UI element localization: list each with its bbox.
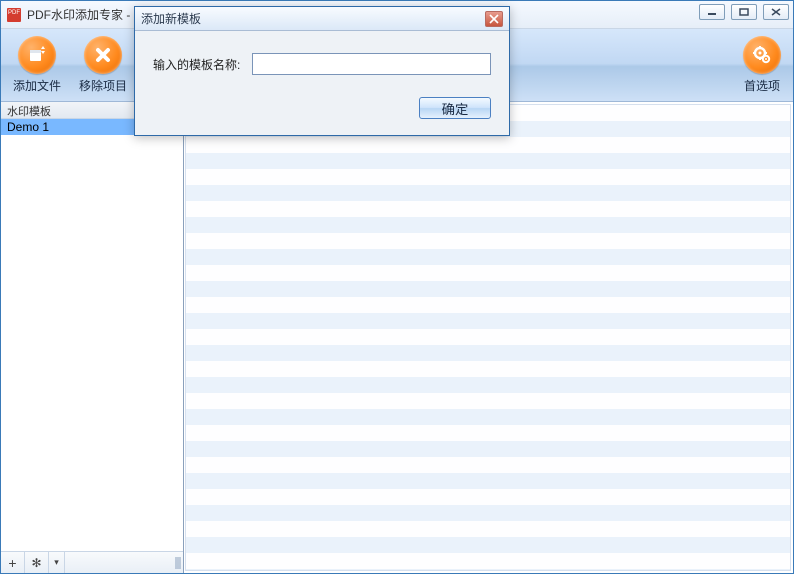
maximize-button[interactable] xyxy=(731,4,757,20)
dialog-title: 添加新模板 xyxy=(141,10,201,27)
app-window: PDF水印添加专家 - 添加文件 移除项目 xyxy=(0,0,794,574)
plus-icon: + xyxy=(8,555,16,571)
preferences-button[interactable]: 首选项 xyxy=(743,36,781,94)
app-icon xyxy=(7,8,21,22)
preferences-icon xyxy=(743,36,781,74)
template-settings-button[interactable]: ✻ xyxy=(25,552,49,573)
minimize-icon xyxy=(707,8,717,16)
dialog-titlebar: 添加新模板 xyxy=(135,7,509,31)
close-window-button[interactable] xyxy=(763,4,789,20)
close-icon xyxy=(489,14,499,24)
window-controls xyxy=(699,4,789,20)
remove-item-icon xyxy=(84,36,122,74)
template-name-input[interactable] xyxy=(252,53,491,75)
template-list[interactable]: Demo 1 xyxy=(1,119,183,551)
template-name-row: 输入的模板名称: xyxy=(153,53,491,75)
resize-grip[interactable] xyxy=(173,552,183,573)
minimize-button[interactable] xyxy=(699,4,725,20)
preferences-label: 首选项 xyxy=(744,77,780,94)
dialog-close-button[interactable] xyxy=(485,11,503,27)
file-list[interactable] xyxy=(185,104,791,571)
add-file-label: 添加文件 xyxy=(13,77,61,94)
ok-button[interactable]: 确定 xyxy=(419,97,491,119)
remove-item-label: 移除项目 xyxy=(79,77,127,94)
add-template-button[interactable]: + xyxy=(1,552,25,573)
content-area xyxy=(184,102,793,573)
chevron-down-icon: ▾ xyxy=(54,557,59,568)
maximize-icon xyxy=(739,8,749,16)
dialog-body: 输入的模板名称: 确定 xyxy=(135,31,509,135)
sidebar-footer: + ✻ ▾ xyxy=(1,551,183,573)
close-icon xyxy=(771,8,781,16)
remove-item-button[interactable]: 移除项目 xyxy=(79,36,127,94)
dialog-actions: 确定 xyxy=(153,97,491,119)
gear-icon: ✻ xyxy=(31,556,41,570)
template-name-label: 输入的模板名称: xyxy=(153,56,240,73)
template-dropdown-button[interactable]: ▾ xyxy=(49,552,65,573)
add-template-dialog: 添加新模板 输入的模板名称: 确定 xyxy=(134,6,510,136)
add-file-button[interactable]: 添加文件 xyxy=(13,36,61,94)
add-file-icon xyxy=(18,36,56,74)
body: 水印模板 Demo 1 + ✻ ▾ xyxy=(1,102,793,573)
app-title: PDF水印添加专家 - xyxy=(27,6,130,23)
sidebar: 水印模板 Demo 1 + ✻ ▾ xyxy=(1,102,184,573)
